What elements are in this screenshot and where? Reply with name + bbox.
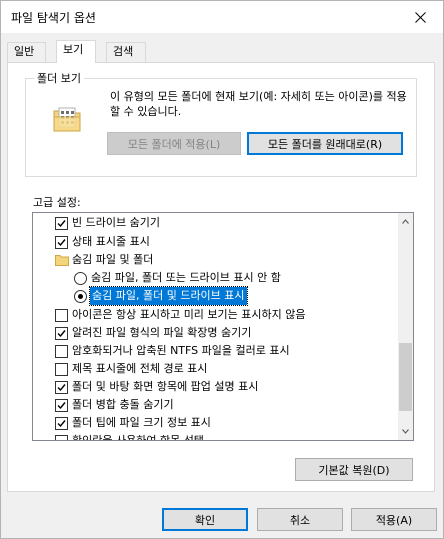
list-item[interactable]: 알려진 파일 형식의 파일 확장명 숨기기	[33, 324, 393, 342]
close-icon	[414, 11, 426, 23]
list-scrollbar[interactable]	[398, 213, 413, 440]
apply-button[interactable]: 적용(A)	[351, 508, 437, 531]
folder-views-legend: 폴더 보기	[34, 70, 84, 86]
checkmark-icon	[57, 384, 66, 392]
checkbox[interactable]	[55, 236, 68, 249]
title-bar: 파일 탐색기 옵션	[1, 1, 443, 33]
list-item[interactable]: 상태 표시줄 표시	[33, 233, 393, 251]
checkmark-icon	[57, 402, 66, 410]
checkbox[interactable]	[55, 217, 68, 230]
radio-button[interactable]	[74, 272, 87, 285]
checkbox[interactable]	[55, 345, 68, 358]
checkbox[interactable]	[55, 309, 68, 322]
radio-dot	[78, 294, 83, 299]
folder-views-description: 이 유형의 모든 폴더에 현재 보기(예: 자세히 또는 아이콘)를 적용할 수…	[110, 90, 407, 118]
item-label: 숨김 파일, 폴더 및 드라이브 표시	[89, 286, 248, 306]
scroll-thumb[interactable]	[399, 343, 412, 411]
item-label: 폴더 팁에 파일 크기 정보 표시	[72, 416, 211, 429]
item-label: 확인란을 사용하여 항목 선택	[72, 434, 204, 441]
list-item[interactable]: 확인란을 사용하여 항목 선택	[33, 432, 393, 441]
cancel-button[interactable]: 취소	[257, 508, 343, 531]
apply-to-folders-button[interactable]: 모든 폴더에 적용(L)	[107, 132, 241, 155]
tab-search[interactable]: 검색	[106, 42, 146, 62]
advanced-settings-label: 고급 설정:	[33, 196, 81, 209]
folder-icon	[55, 255, 69, 266]
list-item[interactable]: 암호화되거나 압축된 NTFS 파일을 컬러로 표시	[33, 342, 393, 360]
radio-button[interactable]	[74, 290, 87, 303]
close-button[interactable]	[397, 1, 443, 33]
list-item[interactable]: 폴더 병합 충돌 숨기기	[33, 396, 393, 414]
list-item[interactable]: 빈 드라이브 숨기기	[33, 214, 393, 232]
checkbox[interactable]	[55, 435, 68, 440]
scroll-up-button[interactable]	[398, 213, 413, 230]
item-label: 폴더 및 바탕 화면 항목에 팝업 설명 표시	[72, 380, 259, 393]
restore-defaults-button[interactable]: 기본값 복원(D)	[295, 458, 413, 481]
scroll-down-button[interactable]	[398, 423, 413, 440]
checkmark-icon	[57, 220, 66, 228]
tab-general[interactable]: 일반	[7, 42, 46, 62]
tab-view[interactable]: 보기	[56, 40, 96, 63]
folder-options-dialog: 파일 탐색기 옵션 일반 보기 검색 폴더 보기 이 유형의 모든 폴더에 현재…	[0, 0, 444, 539]
window-title: 파일 탐색기 옵션	[11, 11, 96, 25]
item-label: 숨김 파일, 폴더 또는 드라이브 표시 안 함	[91, 271, 281, 284]
list-item[interactable]: 폴더 팁에 파일 크기 정보 표시	[33, 414, 393, 432]
reset-folders-button[interactable]: 모든 폴더를 원래대로(R)	[247, 132, 403, 155]
item-label: 아이콘은 항상 표시하고 미리 보기는 표시하지 않음	[72, 308, 306, 321]
list-item[interactable]: 숨김 파일, 폴더 및 드라이브 표시	[33, 286, 393, 306]
list-item[interactable]: 제목 표시줄에 전체 경로 표시	[33, 360, 393, 378]
item-label: 암호화되거나 압축된 NTFS 파일을 컬러로 표시	[72, 344, 290, 357]
item-label: 상태 표시줄 표시	[72, 235, 150, 248]
list-item[interactable]: 아이콘은 항상 표시하고 미리 보기는 표시하지 않음	[33, 306, 393, 324]
item-label: 제목 표시줄에 전체 경로 표시	[72, 362, 208, 375]
advanced-settings-list[interactable]: 빈 드라이브 숨기기 상태 표시줄 표시 숨김 파일 및 폴더 숨김 파일, 폴…	[32, 212, 414, 441]
item-label: 빈 드라이브 숨기기	[72, 216, 160, 229]
list-item[interactable]: 폴더 및 바탕 화면 항목에 팝업 설명 표시	[33, 378, 393, 396]
folder-views-icon	[53, 107, 81, 132]
item-label: 숨김 파일 및 폴더	[72, 253, 154, 266]
chevron-down-icon	[402, 429, 409, 434]
checkbox[interactable]	[55, 417, 68, 430]
checkmark-icon	[57, 420, 66, 428]
checkmark-icon	[57, 330, 66, 338]
checkbox[interactable]	[55, 363, 68, 376]
item-label: 폴더 병합 충돌 숨기기	[72, 398, 174, 411]
checkbox[interactable]	[55, 327, 68, 340]
checkmark-icon	[57, 239, 66, 247]
list-item[interactable]: 숨김 파일, 폴더 또는 드라이브 표시 안 함	[33, 269, 393, 287]
item-label: 알려진 파일 형식의 파일 확장명 숨기기	[72, 326, 252, 339]
ok-button[interactable]: 확인	[162, 508, 248, 531]
list-item: 숨김 파일 및 폴더	[33, 251, 393, 269]
checkbox[interactable]	[55, 399, 68, 412]
chevron-up-icon	[402, 219, 409, 224]
checkbox[interactable]	[55, 381, 68, 394]
